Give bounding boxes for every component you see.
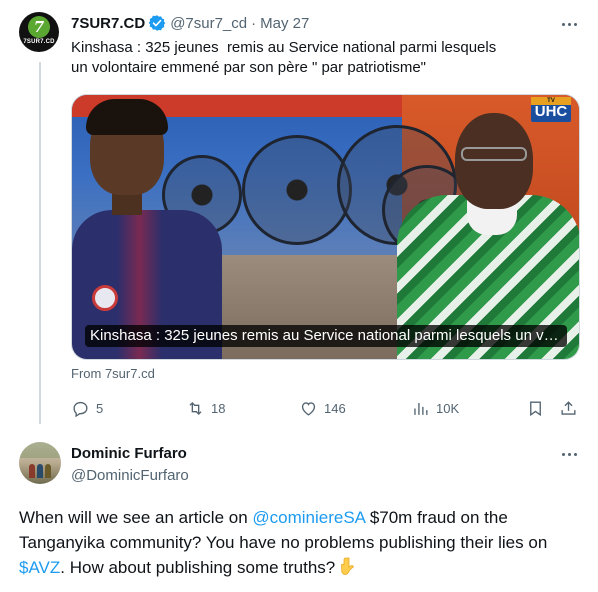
- avatar-figure: [29, 464, 35, 478]
- media-card[interactable]: TV UHC Kinshasa : 325 jeunes remis au Se…: [71, 94, 580, 360]
- avatar-figure: [37, 464, 43, 478]
- tweet-header: 7SUR7.CD @7sur7_cd · May 27: [71, 13, 309, 33]
- views-button[interactable]: 10K: [411, 396, 459, 420]
- reply-author-name[interactable]: Dominic Furfaro: [71, 444, 189, 464]
- tweet-date[interactable]: May 27: [260, 15, 309, 32]
- young-man-figure: [72, 99, 222, 359]
- author-name[interactable]: 7SUR7.CD: [71, 15, 145, 32]
- share-icon: [561, 400, 576, 415]
- logo-glyph: 7: [33, 18, 45, 36]
- cashtag-link[interactable]: $AVZ: [19, 558, 60, 577]
- reply-text-part: When will we see an article on: [19, 508, 253, 527]
- bookmark-icon: [530, 400, 541, 416]
- reply-count: 5: [96, 400, 104, 416]
- tweet-actions: 5 18 146 10K: [71, 396, 581, 420]
- tweet-more-button[interactable]: [559, 14, 579, 34]
- avatar-figure: [45, 464, 51, 478]
- older-man-figure: [397, 95, 579, 359]
- like-button[interactable]: 146: [299, 396, 346, 420]
- logo-text: 7SUR7.CD: [23, 39, 55, 45]
- reply-more-button[interactable]: [559, 444, 579, 464]
- media-image: TV UHC: [72, 95, 579, 359]
- retweet-count: 18: [211, 400, 226, 416]
- reply-text: When will we see an article on @cominier…: [19, 505, 584, 580]
- like-count: 146: [324, 400, 346, 416]
- jersey-badge: [92, 285, 118, 311]
- share-button[interactable]: [559, 396, 578, 420]
- more-icon-dot: [567, 452, 571, 456]
- views-icon: [414, 402, 428, 415]
- more-icon-dot: [573, 452, 577, 456]
- watermark-small-label: TV: [531, 97, 571, 105]
- pointing-down-emoji: [341, 557, 355, 575]
- mention-link[interactable]: @cominiereSA: [252, 508, 365, 527]
- reply-text-part: . How about publishing some truths?: [60, 558, 340, 577]
- more-icon: [561, 452, 565, 456]
- author-handle[interactable]: @7sur7_cd: [170, 15, 247, 32]
- reply-header: Dominic Furfaro @DominicFurfaro: [71, 444, 189, 486]
- like-icon: [301, 401, 316, 416]
- reply-icon: [73, 401, 88, 417]
- fan-shape: [242, 135, 352, 245]
- author-avatar[interactable]: 7 7SUR7.CD: [19, 12, 59, 52]
- reply-author-avatar[interactable]: [19, 442, 61, 484]
- media-caption: Kinshasa : 325 jeunes remis au Service n…: [85, 325, 567, 347]
- view-count: 10K: [436, 400, 460, 416]
- avatar-background: [19, 442, 61, 458]
- header-separator: ·: [251, 14, 257, 32]
- more-icon-dot: [573, 22, 577, 26]
- verified-badge-icon: [148, 15, 166, 31]
- retweet-icon: [189, 401, 202, 415]
- tweet-text: Kinshasa : 325 jeunes remis au Service n…: [71, 39, 497, 76]
- glasses-shape: [461, 147, 527, 161]
- thread-connector-line: [39, 62, 41, 424]
- link-source[interactable]: From 7sur7.cd: [71, 366, 155, 381]
- retweet-button[interactable]: 18: [186, 396, 225, 420]
- hair-shape: [86, 99, 168, 135]
- more-icon-dot: [567, 22, 571, 26]
- watermark-label: UHC: [534, 103, 568, 120]
- channel-watermark: TV UHC: [531, 97, 571, 122]
- bookmark-button[interactable]: [526, 396, 545, 420]
- reply-author-handle[interactable]: @DominicFurfaro: [71, 466, 189, 486]
- more-icon: [561, 22, 565, 26]
- reply-button[interactable]: 5: [71, 396, 103, 420]
- head-shape: [455, 113, 533, 209]
